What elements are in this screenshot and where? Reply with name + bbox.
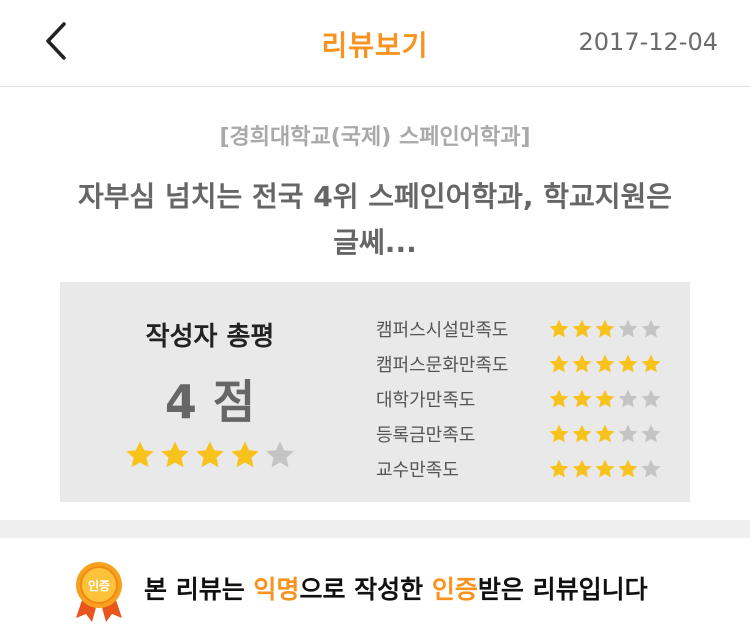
verified-highlight: 인증 — [431, 575, 478, 604]
star-filled-icon — [196, 441, 224, 468]
criteria-ratings: 캠퍼스시설만족도캠퍼스문화만족도대학가만족도등록금만족도교수만족도 — [376, 311, 676, 486]
star-filled-icon — [618, 459, 638, 477]
star-filled-icon — [231, 441, 259, 468]
star-filled-icon — [595, 459, 615, 477]
overall-score: 4 점 — [164, 375, 256, 429]
star-filled-icon — [572, 319, 592, 337]
review-title-line2: 글쎄... — [333, 226, 417, 259]
criteria-row: 캠퍼스문화만족도 — [376, 346, 676, 381]
criteria-star-rating — [548, 423, 662, 445]
notice-part2: 으로 작성한 — [299, 575, 432, 604]
header: 리뷰보기 2017-12-04 — [0, 0, 750, 87]
star-empty-icon — [641, 389, 661, 407]
star-filled-icon — [572, 424, 592, 442]
rating-summary: 작성자 총평 4 점 캠퍼스시설만족도캠퍼스문화만족도대학가만족도등록금만족도교… — [60, 282, 690, 502]
criteria-label: 교수만족도 — [376, 459, 459, 481]
verification-notice: 인증 본 리뷰는 익명으로 작성한 인증받은 리뷰입니다 — [0, 538, 750, 638]
criteria-star-rating — [548, 458, 662, 480]
star-filled-icon — [549, 459, 569, 477]
criteria-star-rating — [548, 318, 662, 340]
star-empty-icon — [618, 389, 638, 407]
criteria-row: 대학가만족도 — [376, 381, 676, 416]
verification-text: 본 리뷰는 익명으로 작성한 인증받은 리뷰입니다 — [144, 570, 648, 606]
star-filled-icon — [595, 389, 615, 407]
school-department: [경희대학교(국제) 스페인어학과] — [219, 125, 531, 150]
star-filled-icon — [572, 389, 592, 407]
star-filled-icon — [595, 424, 615, 442]
star-empty-icon — [266, 441, 294, 468]
star-filled-icon — [595, 319, 615, 337]
star-filled-icon — [595, 354, 615, 372]
star-filled-icon — [572, 354, 592, 372]
notice-part3: 받은 리뷰입니다 — [477, 575, 648, 604]
criteria-star-rating — [548, 353, 662, 375]
star-empty-icon — [641, 424, 661, 442]
criteria-label: 등록금만족도 — [376, 424, 476, 446]
review-date: 2017-12-04 — [578, 28, 718, 56]
criteria-row: 교수만족도 — [376, 451, 676, 486]
notice-part1: 본 리뷰는 — [144, 575, 254, 604]
star-filled-icon — [549, 389, 569, 407]
star-empty-icon — [618, 319, 638, 337]
star-filled-icon — [549, 319, 569, 337]
overall-rating-label: 작성자 총평 — [145, 322, 275, 352]
star-empty-icon — [641, 319, 661, 337]
star-empty-icon — [641, 459, 661, 477]
criteria-row: 등록금만족도 — [376, 416, 676, 451]
review-title: 자부심 넘치는 전국 4위 스페인어학과, 학교지원은 글쎄... — [60, 174, 690, 266]
section-divider — [0, 520, 750, 538]
star-filled-icon — [549, 354, 569, 372]
verified-badge-icon: 인증 — [70, 558, 128, 624]
criteria-label: 캠퍼스시설만족도 — [376, 319, 509, 341]
star-filled-icon — [618, 354, 638, 372]
criteria-row: 캠퍼스시설만족도 — [376, 311, 676, 346]
criteria-star-rating — [548, 388, 662, 410]
star-empty-icon — [618, 424, 638, 442]
criteria-label: 캠퍼스문화만족도 — [376, 354, 509, 376]
star-filled-icon — [161, 441, 189, 468]
star-filled-icon — [126, 441, 154, 468]
svg-text:인증: 인증 — [88, 578, 110, 593]
anonymous-highlight: 익명 — [253, 575, 300, 604]
review-title-line1: 자부심 넘치는 전국 4위 스페인어학과, 학교지원은 — [77, 180, 673, 213]
star-filled-icon — [641, 354, 661, 372]
overall-star-rating — [60, 439, 360, 471]
star-filled-icon — [549, 424, 569, 442]
criteria-label: 대학가만족도 — [376, 389, 476, 411]
star-filled-icon — [572, 459, 592, 477]
